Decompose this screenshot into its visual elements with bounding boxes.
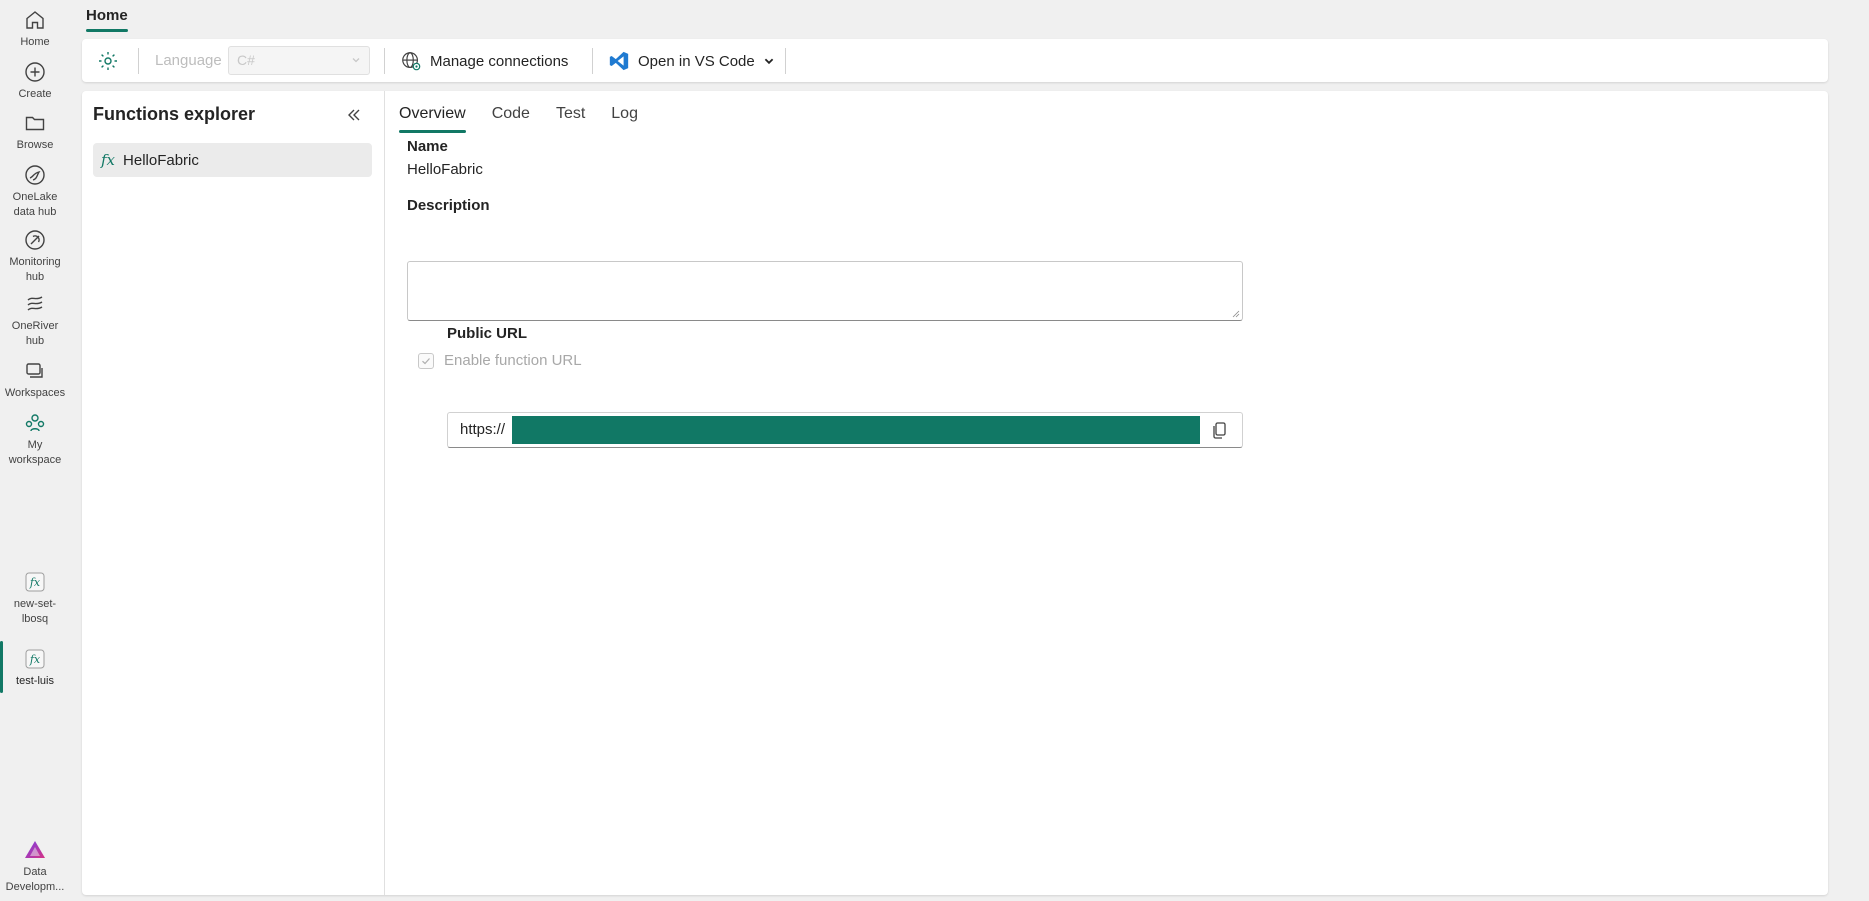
settings-gear-icon[interactable] [96,49,120,73]
nav-item-test-luis[interactable]: fx test-luis [0,641,70,693]
chevron-down-icon[interactable] [763,55,775,67]
nav-item-monitoring[interactable]: Monitoring hub [0,228,70,285]
monitor-icon [25,230,45,250]
nav-item-create[interactable]: Create [0,60,70,102]
river-icon [27,296,43,311]
fx-icon: fx [25,572,45,592]
detail-tabs: Overview Code Test Log [399,105,638,133]
nav-item-my-workspace[interactable]: My workspace [0,411,70,468]
open-in-vscode-label: Open in VS Code [638,52,755,70]
functions-explorer: Functions explorer fx HelloFabric [82,91,385,895]
enable-function-url-label: Enable function URL [444,352,582,369]
description-textarea[interactable] [407,261,1243,321]
explorer-item-hellofabric[interactable]: fx HelloFabric [93,143,372,177]
tab-code[interactable]: Code [492,105,530,133]
toolbar-divider [138,48,139,74]
globe-connections-icon [402,52,421,71]
enable-function-url-row: Enable function URL [418,352,582,369]
nav-footer-label: Data Developm... [5,866,65,893]
name-value: HelloFabric [407,161,483,178]
public-url-label: Public URL [447,325,528,342]
function-details: Overview Code Test Log Name HelloFabric … [385,91,1828,895]
nav-item-label: Workspaces [4,387,66,399]
main-panel: Functions explorer fx HelloFabric Overvi… [82,91,1828,895]
left-nav-rail: Home Create Browse OneLake data hub Moni… [0,0,70,901]
nav-item-label: My workspace [8,439,62,466]
language-label: Language [155,52,222,69]
people-icon [25,414,45,432]
tab-log[interactable]: Log [611,105,638,133]
nav-item-label: Browse [16,139,54,151]
home-icon [26,11,44,29]
resize-grip-icon[interactable] [1232,310,1240,318]
nav-item-label: OneRiver hub [11,320,59,347]
folder-icon [25,116,45,131]
explorer-item-label: HelloFabric [123,151,199,169]
copy-icon[interactable] [1210,420,1230,440]
nav-item-label: new-set-lbosq [13,598,57,625]
workspaces-icon [26,363,43,378]
nav-item-new-set-lbosq[interactable]: fx new-set-lbosq [0,570,70,627]
manage-connections-label: Manage connections [430,52,569,70]
collapse-double-chevron-icon[interactable] [345,106,363,124]
header-tab-home[interactable]: Home [86,7,128,24]
nav-item-label: test-luis [16,675,54,687]
tab-test[interactable]: Test [556,105,585,133]
name-label: Name [407,138,448,155]
function-fx-icon: fx [101,151,116,169]
svg-text:fx: fx [29,653,41,666]
header-tab-indicator [86,29,128,32]
nav-item-browse[interactable]: Browse [0,111,70,153]
nav-item-oneriver[interactable]: OneRiver hub [0,292,70,349]
nav-item-label: Monitoring hub [9,256,61,283]
onelake-icon [25,165,45,185]
data-development-logo-icon [25,841,45,858]
nav-item-onelake[interactable]: OneLake data hub [0,163,70,220]
nav-item-label: OneLake data hub [12,191,58,218]
public-url-field[interactable]: https:// [447,412,1243,448]
checkmark-icon [422,357,430,364]
tab-overview[interactable]: Overview [399,105,466,133]
nav-item-data-development[interactable]: Data Developm... [0,838,70,895]
description-label: Description [407,197,490,214]
chevron-down-icon [352,58,360,63]
nav-item-label: Create [18,88,52,100]
public-url-redacted [512,416,1200,444]
toolbar-divider [785,48,786,74]
language-select-value: C# [237,52,255,68]
explorer-title: Functions explorer [93,104,256,124]
open-in-vscode-button[interactable]: Open in VS Code [608,46,775,76]
svg-text:fx: fx [29,576,41,589]
nav-item-workspaces[interactable]: Workspaces [0,359,70,401]
toolbar-divider [384,48,385,74]
plus-circle-icon [25,62,45,82]
language-select[interactable]: C# [228,46,370,75]
toolbar: Language C# Manage connections Open in V… [82,39,1828,82]
nav-item-home[interactable]: Home [0,8,70,50]
public-url-prefix: https:// [460,421,506,438]
toolbar-divider [592,48,593,74]
fx-icon: fx [25,649,45,669]
nav-item-label: Home [20,36,50,48]
enable-function-url-checkbox[interactable] [418,352,434,369]
manage-connections-button[interactable]: Manage connections [400,46,568,76]
vscode-icon [609,51,629,71]
